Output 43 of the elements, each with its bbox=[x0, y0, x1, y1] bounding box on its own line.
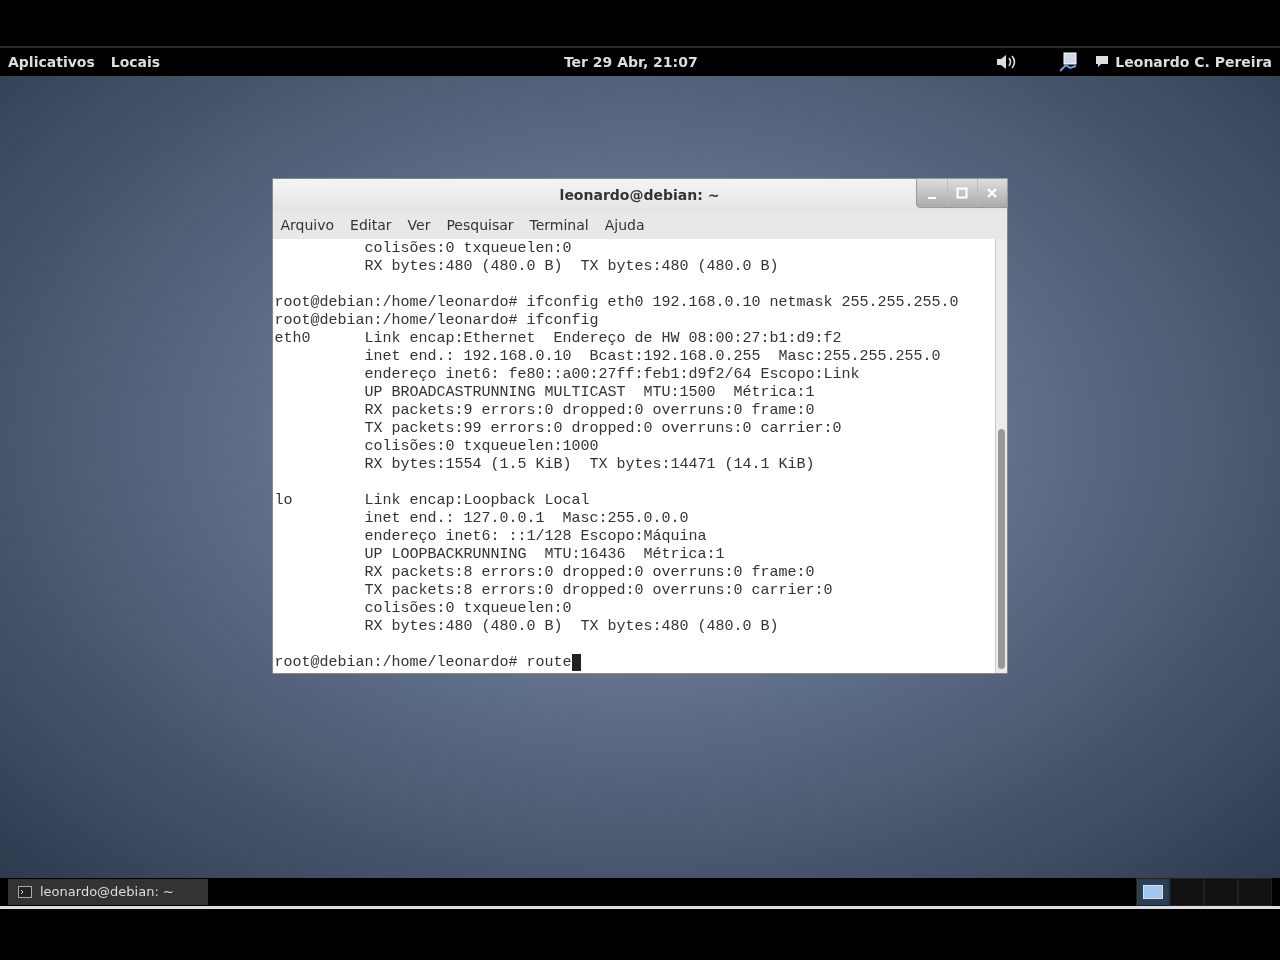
terminal-line: root@debian:/home/leonardo# ifconfig bbox=[274, 312, 599, 330]
close-icon bbox=[986, 187, 998, 199]
user-name[interactable]: Leonardo C. Pereira bbox=[1115, 51, 1272, 73]
terminal-line: root@debian:/home/leonardo# route bbox=[274, 654, 572, 672]
workspace-button[interactable] bbox=[1136, 878, 1170, 906]
window-title: leonardo@debian: ~ bbox=[559, 185, 720, 205]
maximize-icon bbox=[956, 187, 968, 199]
terminal-line: endereço inet6: fe80::a00:27ff:feb1:d9f2/64 Escopo:Link bbox=[363, 366, 860, 384]
terminal-line: RX bytes:480 (480.0 B) TX bytes:480 (480.0 B) bbox=[363, 258, 779, 276]
terminal-line: RX bytes:1554 (1.5 KiB) TX bytes:14471 (14.1 KiB) bbox=[363, 456, 815, 474]
terminal-line: RX packets:9 errors:0 dropped:0 overruns:0 frame:0 bbox=[363, 402, 815, 420]
terminal-icon bbox=[18, 886, 32, 898]
window-thumbnail bbox=[1143, 885, 1163, 899]
clock[interactable]: Ter 29 Abr, 21:07 bbox=[563, 51, 698, 73]
scrollbar-thumb[interactable] bbox=[997, 429, 1005, 669]
terminal-line: eth0 Link encap:Ethernet Endereço de HW 08:00:27:b1:d9:f2 bbox=[274, 330, 842, 348]
minimize-icon bbox=[927, 197, 936, 199]
panel-menu[interactable]: Locais bbox=[110, 51, 161, 73]
volume-icon[interactable] bbox=[995, 53, 1018, 71]
terminal-line: endereço inet6: ::1/128 Escopo:Máquina bbox=[363, 528, 707, 546]
terminal-line: colisões:0 txqueuelen:0 bbox=[363, 240, 572, 258]
menu-item[interactable]: Pesquisar bbox=[446, 214, 514, 236]
terminal-line: TX packets:99 errors:0 dropped:0 overruns:0 carrier:0 bbox=[363, 420, 842, 438]
terminal-line: root@debian:/home/leonardo# ifconfig eth0 192.168.0.10 netmask 255.255.255.0 bbox=[274, 294, 959, 312]
menu-item[interactable]: Editar bbox=[350, 214, 392, 236]
menu-item[interactable]: Terminal bbox=[529, 214, 589, 236]
taskbar-button[interactable]: leonardo@debian: ~ bbox=[8, 879, 208, 905]
terminal-line: UP LOOPBACKRUNNING MTU:16436 Métrica:1 bbox=[363, 546, 725, 564]
terminal-line: RX packets:8 errors:0 dropped:0 overruns:0 frame:0 bbox=[363, 564, 815, 582]
chat-icon[interactable] bbox=[1095, 55, 1110, 69]
scrollbar[interactable] bbox=[994, 239, 1007, 673]
terminal-line: lo Link encap:Loopback Local bbox=[274, 492, 590, 510]
terminal-line: UP BROADCASTRUNNING MULTICAST MTU:1500 Métrica:1 bbox=[363, 384, 815, 402]
terminal-line: inet end.: 127.0.0.1 Masc:255.0.0.0 bbox=[363, 510, 689, 528]
panel-menu[interactable]: Aplicativos bbox=[8, 51, 95, 73]
terminal-line: RX bytes:480 (480.0 B) TX bytes:480 (480.0 B) bbox=[363, 618, 779, 636]
terminal-line: colisões:0 txqueuelen:0 bbox=[363, 600, 572, 618]
menu-item[interactable]: Arquivo bbox=[280, 214, 335, 236]
terminal-line: colisões:0 txqueuelen:1000 bbox=[363, 438, 599, 456]
menu-item[interactable]: Ver bbox=[407, 214, 431, 236]
terminal-line: TX packets:8 errors:0 dropped:0 overruns:0 carrier:0 bbox=[363, 582, 833, 600]
terminal-line: inet end.: 192.168.0.10 Bcast:192.168.0.255 Masc:255.255.255.0 bbox=[363, 348, 941, 366]
menu-item[interactable]: Ajuda bbox=[604, 214, 645, 236]
